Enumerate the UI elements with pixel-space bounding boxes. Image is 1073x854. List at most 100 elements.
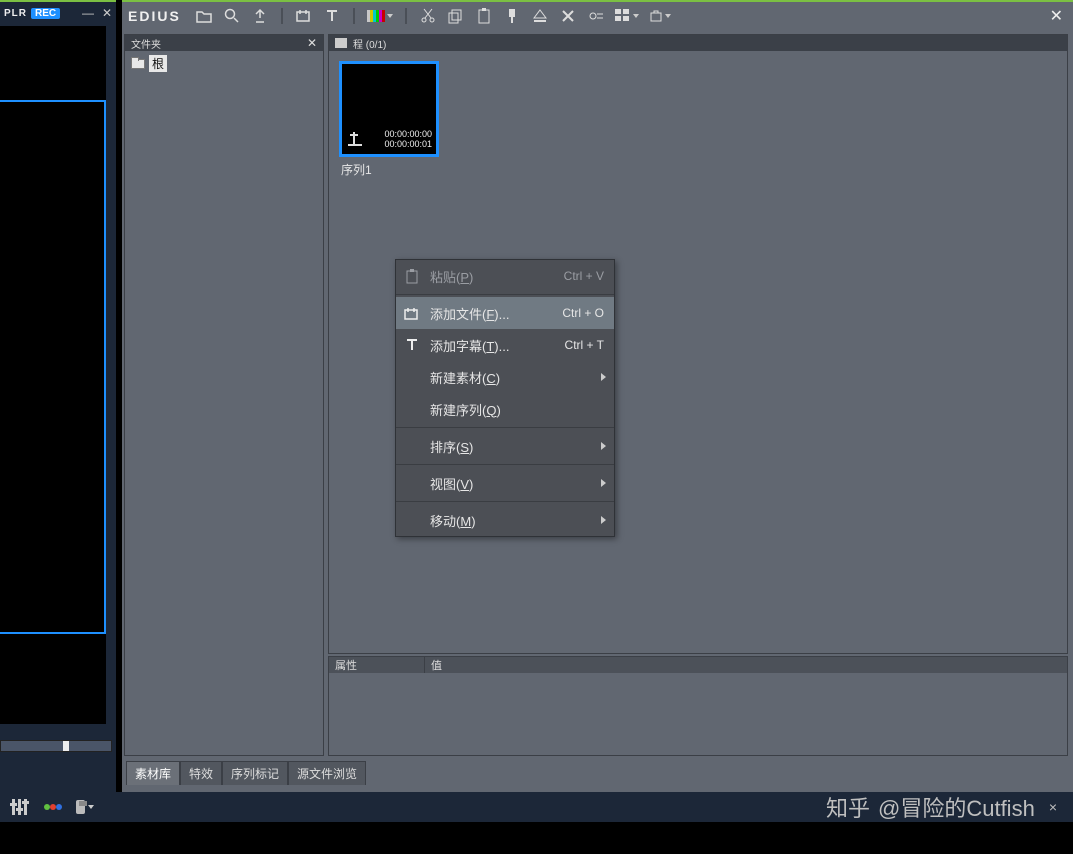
ctx-separator [396, 427, 614, 428]
minimize-icon[interactable]: — [82, 6, 94, 20]
clip-tc-out: 00:00:00:01 [384, 140, 432, 150]
folder-root-item[interactable]: 根 [131, 55, 317, 72]
view-mode-icon[interactable] [615, 9, 639, 23]
properties-header: 属性 值 [329, 657, 1067, 673]
add-clip-icon[interactable] [295, 7, 313, 25]
folder-tree: 根 [125, 51, 323, 76]
up-arrow-icon[interactable] [251, 7, 269, 25]
watermark: 知乎 @冒险的Cutfish × [826, 792, 1057, 822]
main-toolbar: EDIUS [122, 2, 1073, 30]
ctx-new-clip-label: 新建素材(C) [430, 368, 500, 387]
ctx-add-title[interactable]: 添加字幕(T)... Ctrl + T [396, 329, 614, 361]
ctx-separator [396, 294, 614, 295]
properties-panel: 属性 值 [328, 656, 1068, 756]
properties-icon[interactable] [587, 7, 605, 25]
add-title-icon [404, 337, 420, 353]
props-col-value[interactable]: 值 [425, 657, 442, 673]
close-icon[interactable]: ✕ [102, 6, 112, 20]
ctx-new-clip[interactable]: 新建素材(C) [396, 361, 614, 393]
recorder-mode-badge[interactable]: REC [31, 8, 60, 19]
folder-icon [335, 38, 347, 48]
ctx-separator [396, 501, 614, 502]
chevron-right-icon [601, 373, 606, 381]
eject-icon[interactable] [531, 7, 549, 25]
ctx-paste-shortcut: Ctrl + V [564, 269, 604, 283]
color-dot-icon[interactable] [44, 798, 62, 816]
footer-controls: 知乎 @冒险的Cutfish × [0, 792, 1073, 822]
clip-item[interactable]: 00:00:00:00 00:00:00:01 序列1 [339, 61, 439, 178]
chevron-down-icon[interactable] [665, 14, 671, 18]
ctx-sort[interactable]: 排序(S) [396, 430, 614, 462]
bin-content[interactable]: 00:00:00:00 00:00:00:01 序列1 粘贴(P) Ctrl +… [329, 51, 1067, 653]
bottom-tabs: 素材库 特效 序列标记 源文件浏览 [122, 762, 366, 784]
close-icon[interactable]: ✕ [307, 36, 317, 50]
tab-effect[interactable]: 特效 [180, 761, 222, 785]
footer-bar: 知乎 @冒险的Cutfish × [0, 792, 1073, 854]
clip-timecode: 00:00:00:00 00:00:00:01 [384, 130, 432, 150]
ctx-view-label: 视图(V) [430, 474, 473, 493]
chevron-right-icon [601, 516, 606, 524]
toolbar-divider [353, 8, 355, 24]
ctx-view[interactable]: 视图(V) [396, 467, 614, 499]
paste-icon [404, 268, 420, 284]
toolbar-divider [405, 8, 407, 24]
ctx-new-sequence-label: 新建序列(Q) [430, 400, 501, 419]
add-title-icon[interactable] [323, 7, 341, 25]
ctx-paste-label: 粘贴(P) [430, 267, 473, 286]
scrub-thumb[interactable] [63, 741, 69, 751]
cut-icon[interactable] [419, 7, 437, 25]
tools-icon[interactable] [649, 9, 671, 23]
marker-icon[interactable] [503, 7, 521, 25]
clip-thumbnail[interactable]: 00:00:00:00 00:00:00:01 [339, 61, 439, 157]
ctx-move[interactable]: 移动(M) [396, 504, 614, 536]
clip-name[interactable]: 序列1 [339, 161, 439, 178]
player-mode-label[interactable]: PLR [4, 8, 27, 19]
app-title: EDIUS [128, 8, 181, 24]
watermark-close-icon[interactable]: × [1049, 799, 1057, 815]
disk-icon[interactable] [76, 798, 94, 816]
mixer-icon[interactable] [12, 798, 30, 816]
paste-icon[interactable] [475, 7, 493, 25]
bin-panel: 程 (0/1) 00:00:00:00 00:00:00:01 序列1 [328, 34, 1068, 654]
ctx-add-file-label: 添加文件(F)... [430, 304, 509, 323]
ctx-separator [396, 464, 614, 465]
ctx-sort-label: 排序(S) [430, 437, 473, 456]
ctx-move-label: 移动(M) [430, 511, 476, 530]
add-clip-icon [404, 305, 420, 321]
watermark-brand: 知乎 [826, 791, 870, 823]
chevron-right-icon [601, 479, 606, 487]
folder-panel-title: 文件夹 [131, 36, 161, 51]
window-close-icon[interactable]: ✕ [1046, 6, 1067, 26]
bin-panel-title: 程 (0/1) [353, 36, 386, 51]
ctx-add-file[interactable]: 添加文件(F)... Ctrl + O [396, 297, 614, 329]
watermark-author: @冒险的Cutfish [878, 791, 1035, 823]
ctx-new-sequence[interactable]: 新建序列(Q) [396, 393, 614, 425]
delete-icon[interactable] [559, 7, 577, 25]
context-menu: 粘贴(P) Ctrl + V 添加文件(F)... Ctrl + O 添加字幕(… [395, 259, 615, 537]
tab-bin[interactable]: 素材库 [126, 761, 180, 785]
color-bars-icon[interactable] [367, 10, 393, 22]
monitor-header: PLR REC — ✕ [0, 2, 116, 24]
chevron-down-icon [88, 805, 94, 809]
ctx-paste: 粘贴(P) Ctrl + V [396, 260, 614, 292]
scrub-bar[interactable] [0, 740, 112, 752]
chevron-down-icon[interactable] [387, 14, 393, 18]
copy-icon[interactable] [447, 7, 465, 25]
ctx-add-title-shortcut: Ctrl + T [565, 338, 604, 352]
monitor-panel: PLR REC — ✕ [0, 0, 116, 792]
tab-source-browser[interactable]: 源文件浏览 [288, 761, 366, 785]
folder-icon[interactable] [195, 7, 213, 25]
chevron-down-icon[interactable] [633, 14, 639, 18]
folder-panel: 文件夹 ✕ 根 [124, 34, 324, 756]
tab-marker[interactable]: 序列标记 [222, 761, 288, 785]
edius-window: EDIUS [122, 0, 1073, 792]
ctx-add-file-shortcut: Ctrl + O [562, 306, 604, 320]
viewer-active-frame[interactable] [0, 100, 106, 634]
folder-panel-titlebar: 文件夹 ✕ [125, 35, 323, 51]
chevron-right-icon [601, 442, 606, 450]
search-icon[interactable] [223, 7, 241, 25]
props-col-attribute[interactable]: 属性 [329, 657, 425, 673]
bin-panel-titlebar: 程 (0/1) [329, 35, 1067, 51]
folder-root-label: 根 [149, 55, 167, 72]
folder-icon [131, 59, 145, 69]
